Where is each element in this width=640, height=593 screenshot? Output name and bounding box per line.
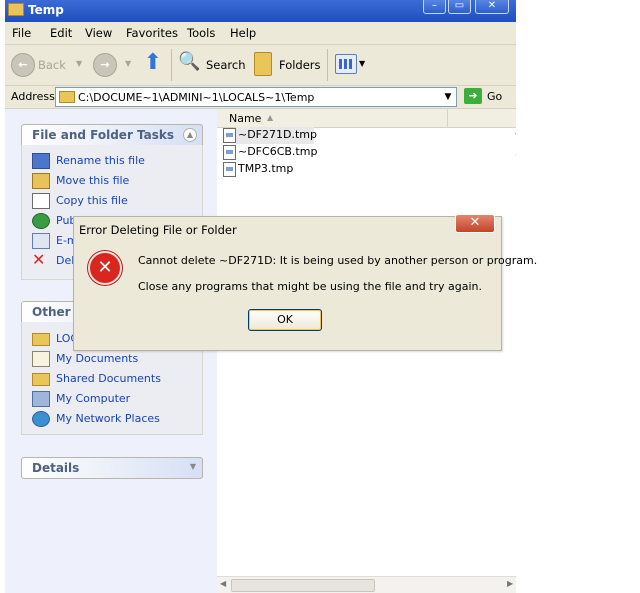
title-bar[interactable]: Temp – ▭ ✕ [5, 0, 516, 22]
back-button-label[interactable]: Back [38, 58, 66, 72]
address-path: C:\DOCUME~1\ADMINI~1\LOCALS~1\Temp [78, 91, 315, 104]
error-dialog: Error Deleting File or Folder ✕ ✕ Cannot… [73, 214, 537, 351]
copy-icon [32, 193, 50, 209]
file-folder-tasks-header[interactable]: File and Folder Tasks ▲ [21, 124, 203, 146]
dialog-close-button[interactable]: ✕ [455, 214, 495, 233]
task-link-label[interactable]: Copy this file [56, 194, 128, 207]
address-input[interactable]: C:\DOCUME~1\ADMINI~1\LOCALS~1\Temp ▼ [55, 87, 457, 107]
column-separator[interactable] [447, 109, 448, 127]
panel-title: Other [32, 305, 71, 319]
task-link-label[interactable]: Del [56, 254, 74, 267]
file-size: 3 [515, 146, 516, 159]
folder-icon [32, 333, 50, 346]
expand-chevron-icon[interactable]: ▼ [190, 462, 196, 471]
list-header: Name ▲ [217, 109, 516, 128]
maximize-button[interactable]: ▭ [448, 0, 471, 14]
scroll-left-icon[interactable]: ◀ [220, 579, 226, 588]
ok-button[interactable]: OK [248, 309, 322, 331]
views-icon[interactable] [335, 54, 357, 74]
menu-favorites[interactable]: Favorites [126, 26, 178, 40]
error-icon: ✕ [88, 251, 122, 285]
forward-arrow-icon[interactable]: → [93, 53, 117, 77]
file-name[interactable]: TMP3.tmp [238, 162, 293, 175]
place-link-label[interactable]: My Network Places [56, 412, 160, 425]
close-button[interactable]: ✕ [475, 0, 509, 14]
menu-tools[interactable]: Tools [187, 26, 215, 40]
folders-button-label[interactable]: Folders [279, 58, 321, 72]
collapse-chevron-icon[interactable]: ▲ [183, 128, 197, 142]
address-label: Address [11, 90, 55, 103]
back-dropdown-icon[interactable]: ▼ [76, 59, 82, 68]
task-link-label[interactable]: Move this file [56, 174, 129, 187]
menu-edit[interactable]: Edit [50, 26, 72, 40]
panel-title: File and Folder Tasks [32, 128, 175, 142]
email-icon [32, 233, 50, 249]
minimize-button[interactable]: – [423, 0, 446, 14]
file-row[interactable]: ~DF271D.tmp 9 [223, 127, 516, 144]
place-link-label[interactable]: My Computer [56, 392, 130, 405]
toolbar-separator [327, 49, 328, 81]
rename-icon [32, 153, 50, 169]
folder-icon [59, 91, 75, 103]
documents-icon [32, 351, 50, 367]
tmp-file-icon [223, 145, 236, 160]
computer-icon [32, 391, 50, 407]
menu-bar: File Edit View Favorites Tools Help ⁄⁄ [5, 22, 516, 63]
delete-icon: ✕ [32, 250, 46, 269]
menu-file[interactable]: File [12, 26, 31, 40]
file-name[interactable]: ~DFC6CB.tmp [238, 145, 317, 158]
go-button-label[interactable]: Go [487, 90, 502, 103]
folder-icon [32, 373, 50, 386]
publish-icon [32, 213, 50, 229]
file-list: Name ▲ ~DF271D.tmp 9 ~DFC6CB.tmp 3 TMP3.… [217, 109, 516, 593]
search-button-label[interactable]: Search [206, 58, 246, 72]
views-dropdown-icon[interactable]: ▼ [359, 59, 365, 68]
folder-icon [8, 3, 24, 16]
scrollbar-thumb[interactable] [231, 579, 375, 592]
sort-ascending-icon: ▲ [267, 113, 274, 122]
toolbar-separator [171, 49, 172, 81]
go-arrow-icon[interactable]: ➜ [464, 88, 482, 104]
file-name[interactable]: ~DF271D.tmp [238, 128, 317, 141]
dialog-title: Error Deleting File or Folder [79, 223, 237, 237]
task-link-label[interactable]: Rename this file [56, 154, 145, 167]
column-header-name[interactable]: Name [229, 112, 261, 125]
up-folder-icon[interactable]: ⬆ [141, 52, 165, 76]
folders-icon[interactable] [254, 52, 272, 76]
scroll-right-icon[interactable]: ▶ [507, 579, 513, 588]
search-icon[interactable]: 🔍 [178, 52, 200, 72]
menu-view[interactable]: View [85, 26, 112, 40]
place-link-label[interactable]: Shared Documents [56, 372, 161, 385]
place-link-label[interactable]: My Documents [56, 352, 138, 365]
toolbar: ← Back ▼ → ▼ ⬆ 🔍 Search Folders ▼ [5, 45, 516, 86]
horizontal-scrollbar[interactable]: ◀ ▶ [217, 576, 516, 593]
panel-title: Details [32, 461, 80, 475]
menu-help[interactable]: Help [230, 26, 256, 40]
task-pane: File and Folder Tasks ▲ Rename this file… [5, 109, 217, 593]
dialog-hint: Close any programs that might be using t… [138, 280, 483, 293]
tmp-file-icon [223, 128, 236, 143]
address-bar: Address C:\DOCUME~1\ADMINI~1\LOCALS~1\Te… [5, 86, 516, 109]
forward-dropdown-icon[interactable]: ▼ [125, 59, 131, 68]
move-icon [32, 173, 50, 189]
network-icon [32, 411, 50, 427]
back-arrow-icon[interactable]: ← [11, 53, 35, 77]
dialog-message: Cannot delete ~DF271D: It is being used … [138, 254, 538, 267]
file-size: 9 [515, 129, 516, 142]
address-dropdown-icon[interactable]: ▼ [441, 89, 455, 105]
window-title: Temp [28, 3, 64, 17]
task-pane-background: File and Folder Tasks ▲ Rename this file… [5, 109, 217, 593]
details-header[interactable]: Details ▼ [21, 457, 203, 479]
tmp-file-icon [223, 162, 236, 177]
